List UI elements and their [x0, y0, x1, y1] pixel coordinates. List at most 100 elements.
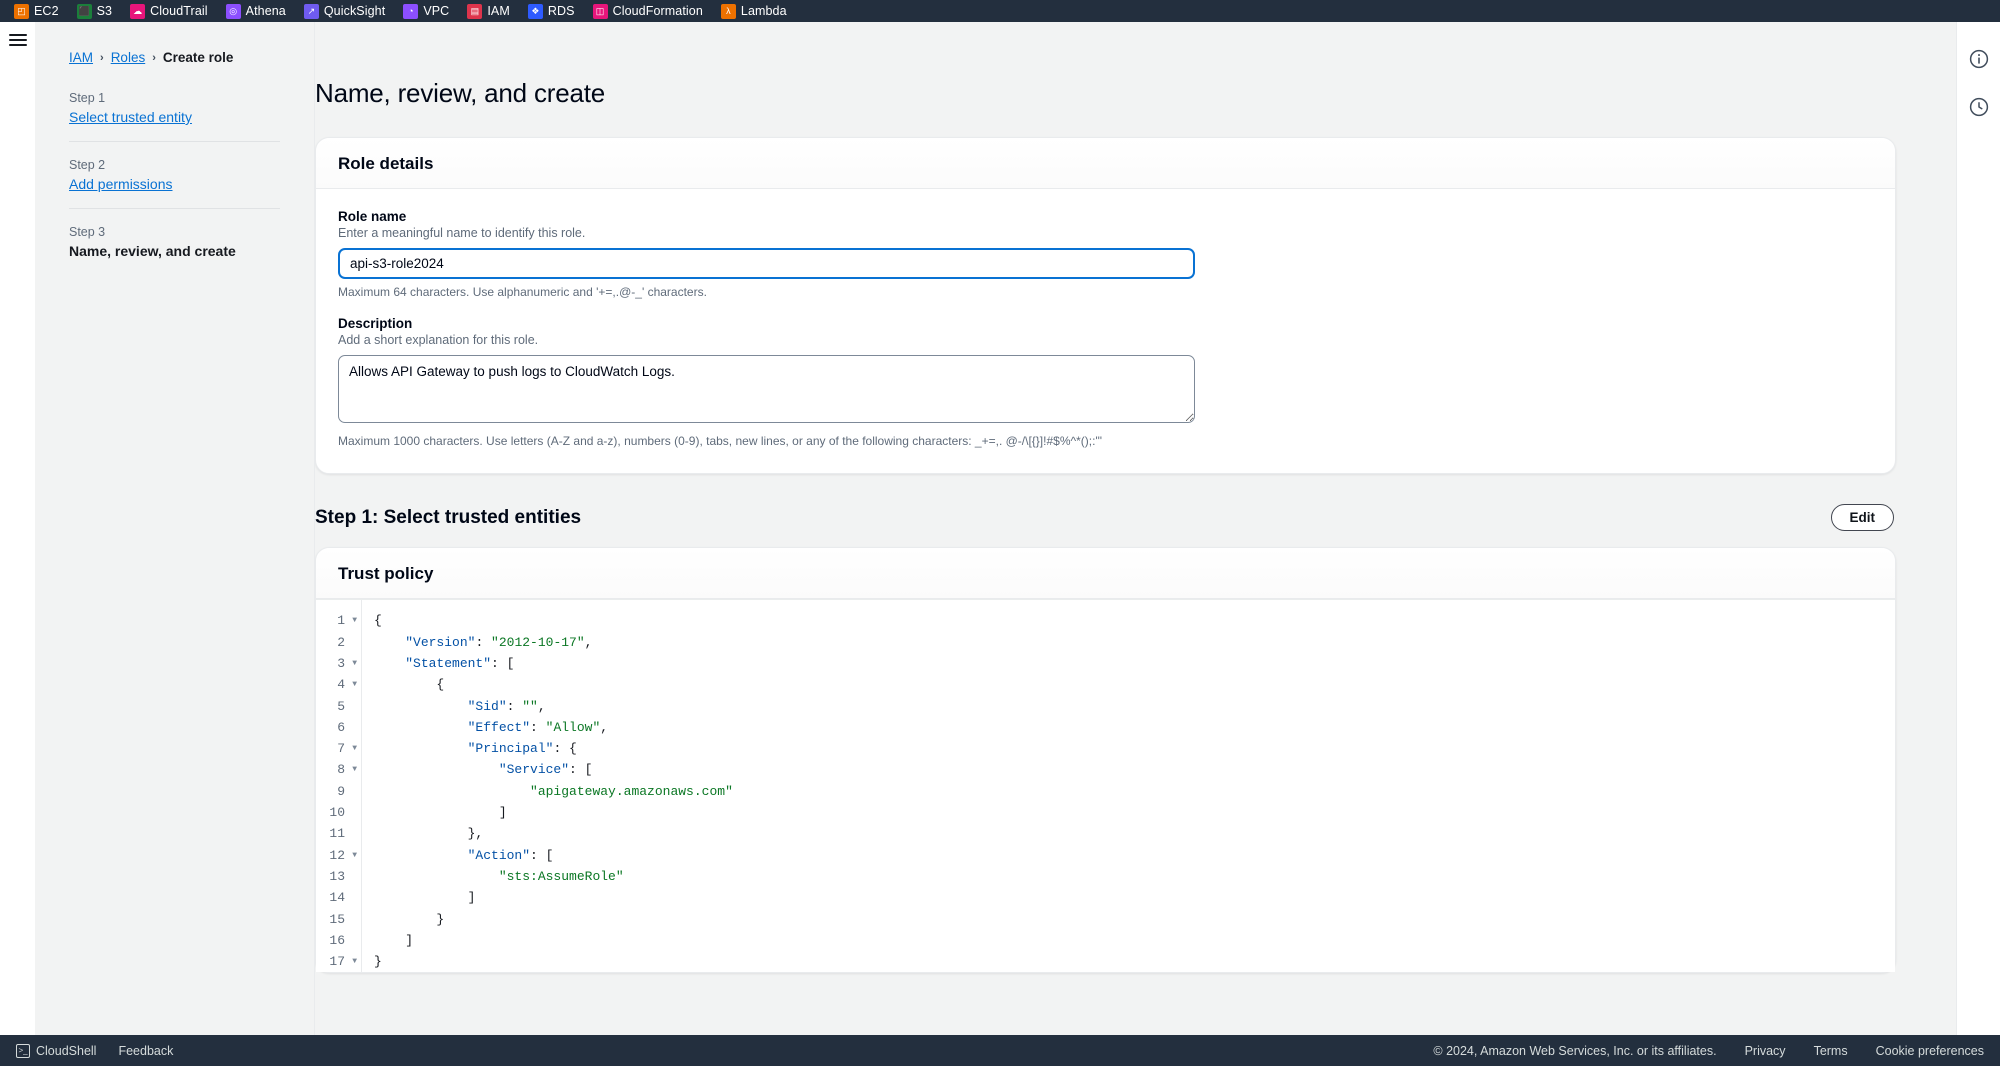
cloudshell-button[interactable]: >_ CloudShell [16, 1043, 97, 1058]
edit-button[interactable]: Edit [1830, 504, 1894, 532]
breadcrumb-iam[interactable]: IAM [69, 50, 93, 65]
page-footer: >_ CloudShell Feedback © 2024, Amazon We… [0, 1035, 2000, 1066]
code-token: } [374, 954, 382, 970]
code-token: ] [374, 932, 414, 948]
description-label: Description [338, 316, 413, 332]
fold-toggle-icon[interactable]: ▼ [352, 845, 357, 866]
breadcrumb-separator-icon: › [152, 51, 156, 64]
lambda-icon: λ [720, 3, 736, 19]
line-number: 4 ▼ [316, 674, 361, 695]
line-number: 16 [329, 932, 345, 948]
code-token: "Effect" [467, 719, 531, 735]
breadcrumb-separator-icon: › [100, 51, 104, 64]
code-token: "Action" [467, 847, 531, 863]
fold-toggle-icon[interactable]: ▼ [352, 674, 357, 695]
service-label: VPC [423, 4, 450, 18]
service-label: CloudTrail [150, 4, 208, 18]
code-token: : { [553, 741, 577, 757]
trust-policy-editor[interactable]: 1 ▼ 2 3 ▼ 4 ▼ 5 6 7 ▼ 8 ▼ 9 10 11 12 ▼ 13 14 15 16 17 ▼ { "Vers… [316, 599, 1895, 973]
fold-toggle-icon[interactable]: ▼ [352, 738, 357, 759]
service-label: Lambda [740, 4, 787, 18]
info-icon[interactable] [1968, 48, 1990, 70]
step-3-number: Step 3 [69, 225, 106, 239]
line-number: 10 [329, 805, 345, 821]
code-line: }, [374, 823, 1895, 844]
code-line: { [374, 610, 1895, 631]
step-1-number: Step 1 [69, 91, 106, 105]
code-token: "Principal" [467, 741, 554, 757]
service-link-athena[interactable]: ◎ Athena [225, 0, 295, 22]
service-link-rds[interactable]: ❖ RDS [527, 0, 584, 22]
code-line: "apigateway.amazonaws.com" [374, 781, 1895, 802]
code-token: : [ [530, 847, 554, 863]
fold-toggle-icon[interactable]: ▼ [352, 653, 357, 674]
sidebar-item-select-trusted-entity[interactable]: Select trusted entity [69, 109, 280, 125]
service-link-iam[interactable]: ▤ IAM [467, 0, 519, 22]
role-name-hint: Maximum 64 characters. Use alphanumeric … [338, 285, 707, 299]
menu-toggle-icon[interactable] [8, 34, 27, 50]
role-name-field: Role name Enter a meaningful name to ide… [338, 209, 1873, 300]
role-name-input[interactable] [338, 248, 1195, 279]
code-token: "2012-10-17" [491, 634, 585, 650]
nav-rail [0, 22, 35, 1035]
main-content: Name, review, and create Role details Ro… [315, 22, 1956, 1035]
line-number: 6 [337, 719, 345, 735]
settings-icon[interactable] [1968, 96, 1990, 118]
service-link-s3[interactable]: ⬛ S3 [76, 0, 122, 22]
service-label: CloudFormation [612, 4, 703, 18]
sidebar-step-2: Step 2 Add permissions [69, 158, 280, 209]
code-token: "apigateway.amazonaws.com" [530, 783, 733, 799]
service-link-quicksight[interactable]: ↗ QuickSight [303, 0, 394, 22]
terms-link[interactable]: Terms [1814, 1044, 1848, 1058]
service-link-ec2[interactable]: ◰ EC2 [14, 0, 68, 22]
code-token: , [584, 634, 593, 650]
fold-toggle-icon[interactable]: ▼ [352, 759, 357, 780]
page-title: Name, review, and create [315, 78, 606, 108]
privacy-link[interactable]: Privacy [1745, 1044, 1786, 1058]
copyright-text: © 2024, Amazon Web Services, Inc. or its… [1433, 1043, 1717, 1058]
description-description: Add a short explanation for this role. [338, 333, 539, 348]
code-token: : [506, 698, 523, 714]
breadcrumb-roles[interactable]: Roles [111, 50, 146, 65]
service-link-lambda[interactable]: λ Lambda [720, 0, 796, 22]
service-link-cloudformation[interactable]: ◫ CloudFormation [592, 0, 712, 22]
code-token: "" [522, 698, 538, 714]
description-field: Description Add a short explanation for … [338, 316, 1873, 449]
line-number: 12 ▼ [316, 845, 361, 866]
code-token: ] [374, 805, 507, 821]
service-link-cloudtrail[interactable]: ☁ CloudTrail [130, 0, 217, 22]
service-link-vpc[interactable]: ◔ VPC [403, 0, 458, 22]
code-token: } [374, 911, 445, 927]
code-line: "Principal": { [374, 738, 1895, 759]
service-label: S3 [96, 4, 113, 18]
code-token: "Version" [405, 634, 476, 650]
cloudshell-label: CloudShell [36, 1043, 97, 1058]
code-token: "Service" [498, 762, 570, 778]
cookie-preferences-link[interactable]: Cookie preferences [1876, 1044, 1984, 1058]
description-textarea[interactable]: Allows API Gateway to push logs to Cloud… [338, 355, 1195, 424]
service-label: EC2 [34, 4, 59, 18]
code-token: ] [374, 890, 476, 906]
line-number: 15 [329, 911, 345, 927]
service-label: Athena [245, 4, 286, 18]
sidebar-item-add-permissions[interactable]: Add permissions [69, 176, 280, 192]
code-line: "Sid": "", [374, 696, 1895, 717]
fold-toggle-icon[interactable]: ▼ [352, 951, 357, 972]
editor-code[interactable]: { "Version": "2012-10-17", "Statement": … [362, 600, 1895, 972]
feedback-link[interactable]: Feedback [118, 1044, 173, 1058]
role-details-title: Role details [338, 154, 434, 173]
description-hint: Maximum 1000 characters. Use letters (A-… [338, 434, 1103, 449]
code-line: ] [374, 930, 1895, 951]
line-number: 13 [329, 868, 345, 884]
line-number: 1 ▼ [316, 610, 361, 631]
cloudformation-icon: ◫ [592, 3, 608, 19]
fold-toggle-icon[interactable]: ▼ [352, 610, 357, 631]
code-line: ] [374, 887, 1895, 908]
code-line: } [374, 951, 1895, 972]
cloudtrail-icon: ☁ [130, 3, 146, 19]
